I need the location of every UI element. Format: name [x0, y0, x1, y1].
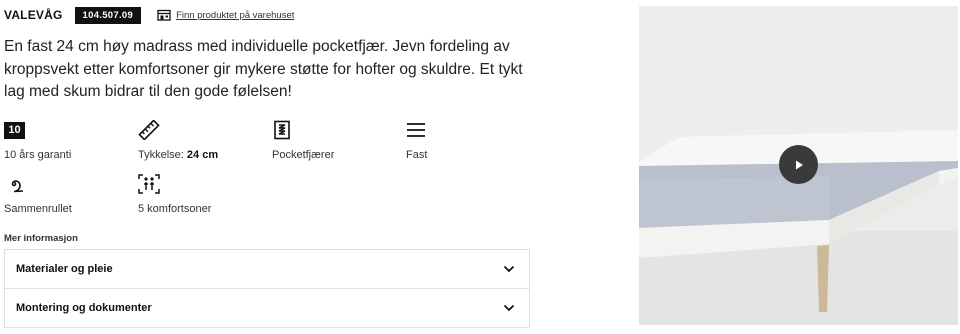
feature-pocket-springs-label: Pocketfjærer — [272, 149, 335, 161]
feature-rolled: Sammenrullet — [4, 174, 134, 215]
play-button[interactable] — [779, 145, 818, 184]
pocket-spring-icon — [274, 120, 290, 140]
find-in-store-link[interactable]: Finn produktet på varehuset — [157, 9, 294, 21]
accordion-materials-care-label: Materialer og pleie — [16, 263, 113, 275]
accordion-materials-care-header[interactable]: Materialer og pleie — [5, 250, 529, 288]
accordion-assembly-documents[interactable]: Montering og dokumenter — [4, 288, 530, 328]
feature-thickness-value: 24 cm — [186, 149, 219, 161]
play-icon[interactable] — [793, 159, 805, 171]
find-in-store-label[interactable]: Finn produktet på varehuset — [176, 10, 294, 21]
feature-comfort-zones-label: 5 komfortsoner — [138, 203, 212, 215]
product-name: VALEVÅG — [4, 8, 63, 22]
feature-rolled-label: Sammenrullet — [4, 203, 72, 215]
warranty-10-icon: 10 — [4, 120, 134, 140]
product-video[interactable] — [639, 6, 958, 325]
feature-thickness-label: Tykkelse: — [138, 149, 184, 161]
feature-firmness-label: Fast — [406, 149, 428, 161]
chevron-down-icon[interactable] — [503, 304, 515, 312]
feature-pocket-springs: Pocketfjærer — [272, 120, 402, 161]
accordion-assembly-documents-label: Montering og dokumenter — [16, 302, 152, 314]
firmness-lines-icon — [407, 123, 425, 137]
comfort-zones-icon — [138, 174, 160, 194]
feature-comfort-zones: 5 komfortsoner — [138, 174, 268, 215]
article-number-badge: 104.507.09 — [74, 6, 142, 24]
feature-warranty-label: 10 års garanti — [4, 149, 72, 161]
accordion-assembly-documents-header[interactable]: Montering og dokumenter — [5, 289, 529, 327]
feature-thickness: Tykkelse: 24 cm — [138, 120, 268, 161]
accordion-materials-care[interactable]: Materialer og pleie — [4, 249, 530, 289]
feature-firmness: Fast — [406, 120, 536, 161]
ruler-icon — [138, 120, 160, 140]
product-description: En fast 24 cm høy madrass med individuel… — [4, 38, 523, 100]
feature-warranty: 10 10 års garanti — [4, 120, 134, 161]
product-header: VALEVÅG 104.507.09 Finn produktet på var… — [4, 6, 294, 24]
chevron-down-icon[interactable] — [503, 265, 515, 273]
warranty-badge-text: 10 — [4, 122, 25, 139]
rolled-mattress-icon — [11, 180, 24, 193]
more-info-title: Mer informasjon — [4, 233, 78, 244]
feature-thickness-text: Tykkelse: 24 cm — [138, 149, 268, 161]
store-icon — [157, 9, 171, 21]
